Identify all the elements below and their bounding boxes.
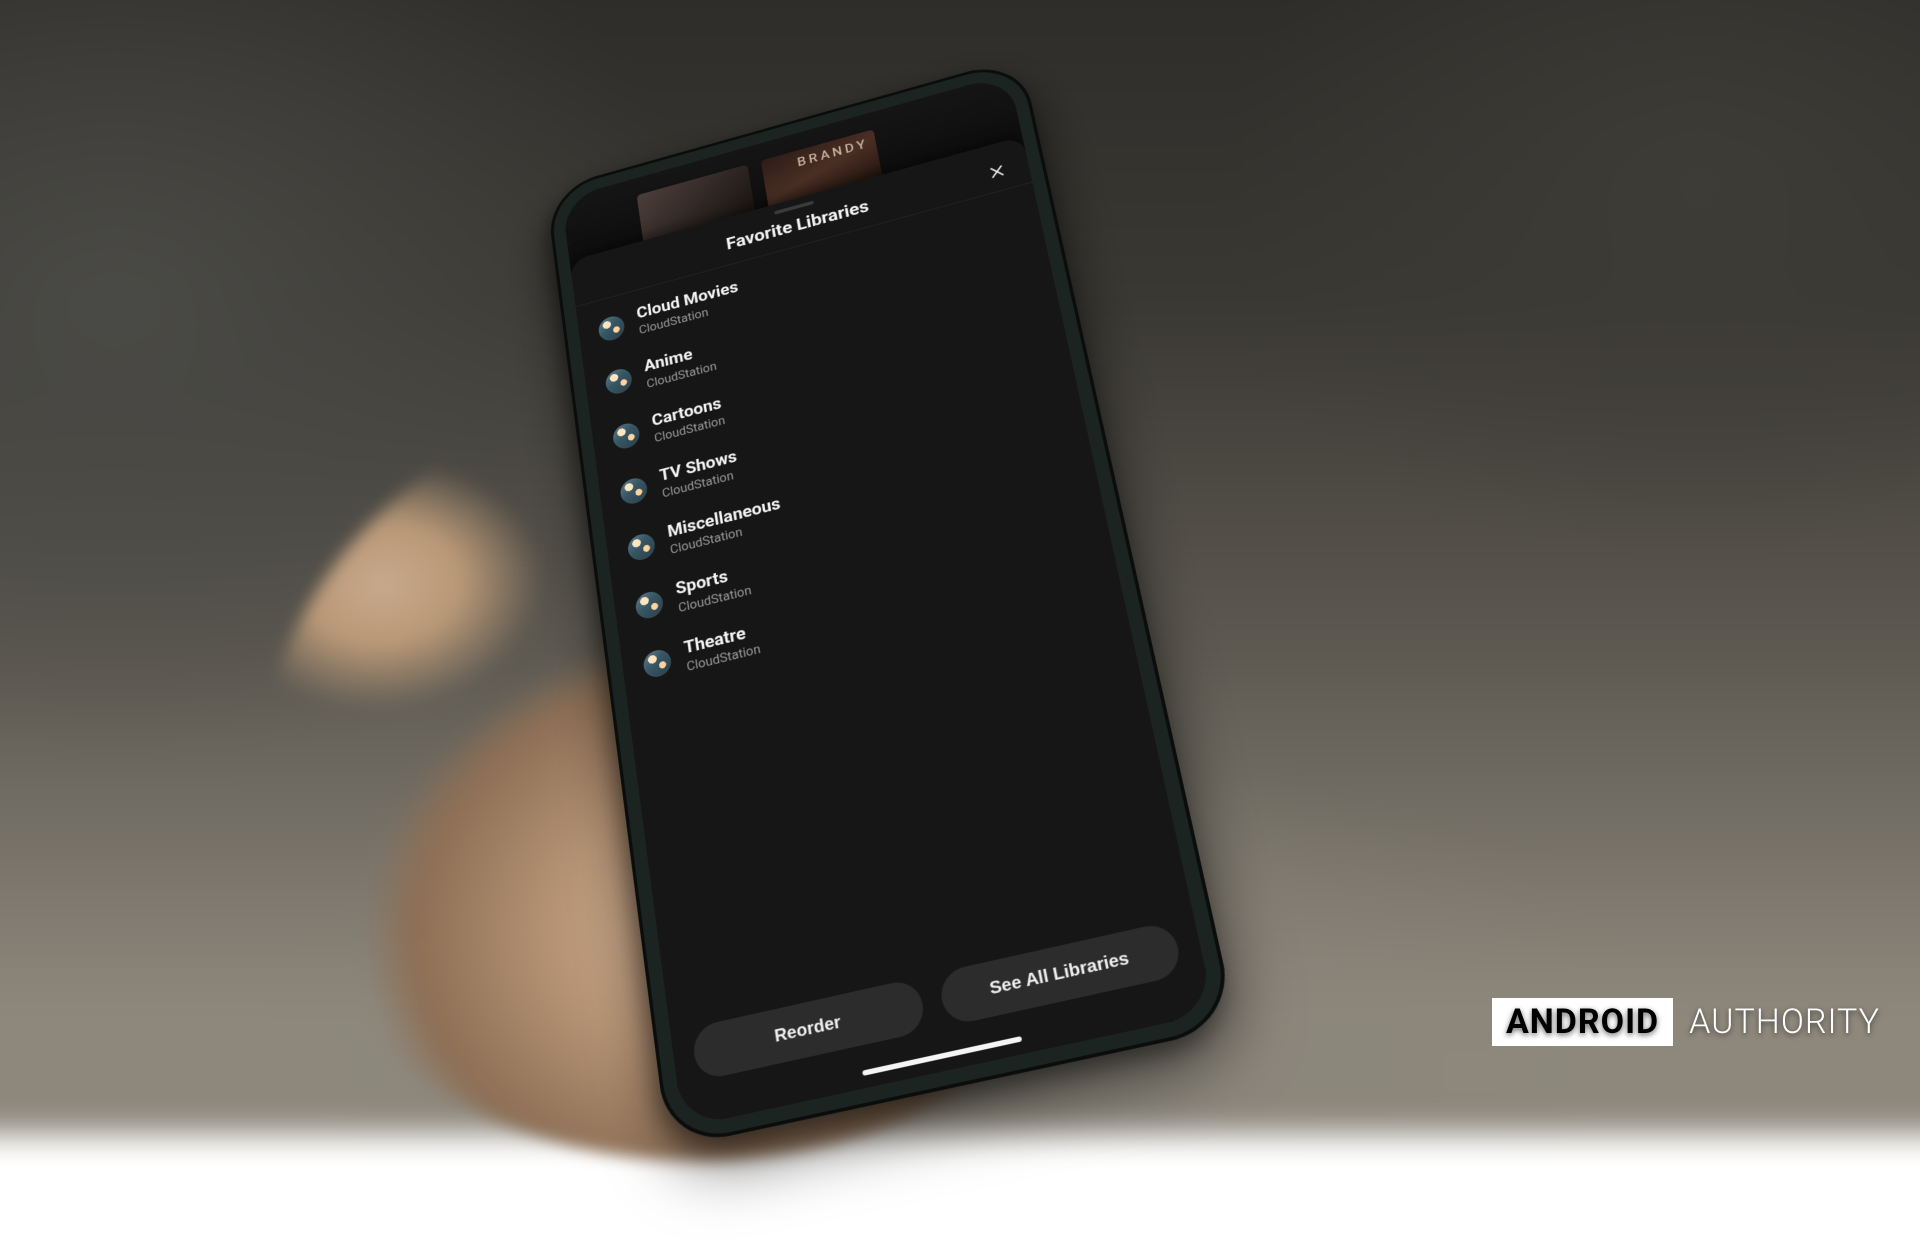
avatar-icon [627, 532, 657, 563]
phone-container: BRANDY Favorite Libraries [520, 0, 1160, 1240]
avatar-icon [642, 647, 673, 679]
library-item-texts: TV Shows CloudStation [658, 447, 740, 500]
phone: BRANDY Favorite Libraries [545, 57, 1237, 1149]
avatar-icon [604, 367, 633, 397]
avatar-icon [634, 589, 664, 621]
avatar-icon [597, 314, 626, 344]
library-item-texts: Theatre CloudStation [683, 621, 762, 674]
library-item-texts: Sports CloudStation [674, 562, 752, 615]
bottom-sheet-favorite-libraries: Favorite Libraries Cloud Movies CloudS [570, 136, 1215, 1128]
library-list: Cloud Movies CloudStation Anime CloudSta… [576, 182, 1190, 1013]
watermark-text: AUTHORITY [1689, 1002, 1880, 1042]
library-item-texts: Anime CloudStation [643, 340, 717, 390]
close-button[interactable] [980, 156, 1013, 188]
watermark-boxed: ANDROID [1492, 998, 1673, 1046]
avatar-icon [612, 420, 641, 451]
watermark: ANDROID AUTHORITY [1492, 998, 1880, 1046]
close-icon [987, 162, 1007, 181]
poster-label: BRANDY [796, 137, 869, 170]
library-item-texts: Cartoons CloudStation [651, 394, 726, 445]
avatar-icon [619, 475, 648, 506]
